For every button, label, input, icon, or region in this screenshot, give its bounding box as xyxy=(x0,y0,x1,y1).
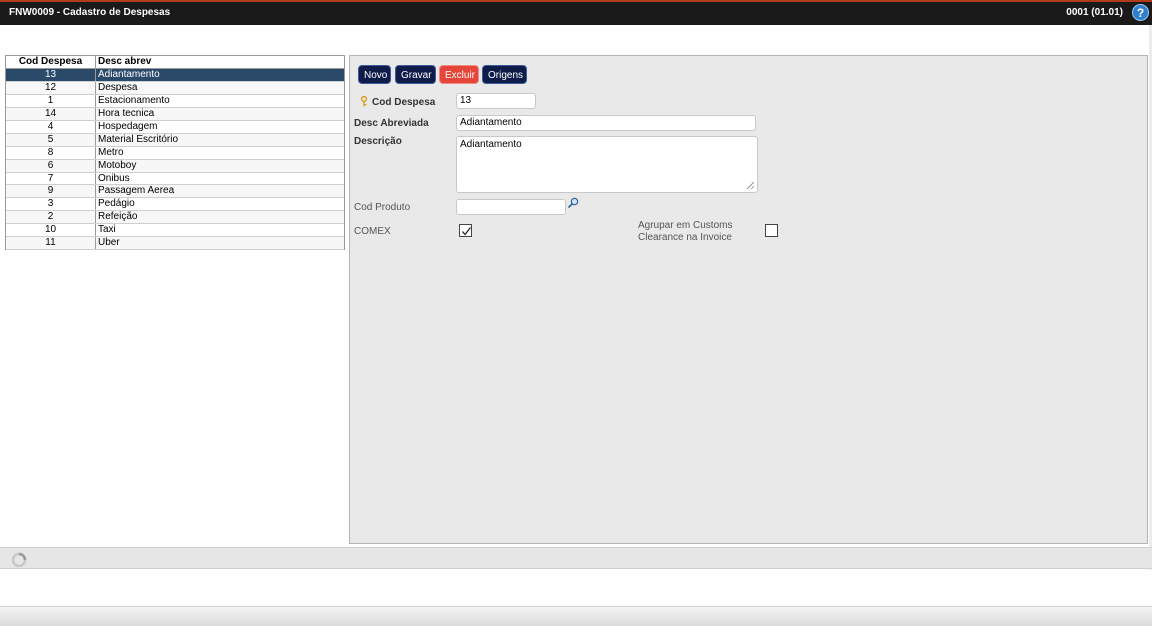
expense-grid: Cod Despesa Desc abrev 13 Adiantamento 12 D… xyxy=(5,55,345,251)
window-titlebar: FNW0009 - Cadastro de Despesas 0001 (01.… xyxy=(0,0,1152,25)
window-title: FNW0009 - Cadastro de Despesas xyxy=(9,7,171,18)
agrupar-label-line1: Agrupar em Customs xyxy=(638,220,733,231)
table-row[interactable]: 11 Uber xyxy=(6,237,344,251)
cell-cod-despesa: 2 xyxy=(6,211,96,224)
descricao-text: Adiantamento xyxy=(460,139,522,150)
table-row[interactable]: 12 Despesa xyxy=(6,81,344,95)
grid-body: 13 Adiantamento 12 Despesa 1 Estacionamento 14… xyxy=(6,69,344,251)
help-icon[interactable]: ? xyxy=(1132,4,1149,21)
cell-desc-abrev: Metro xyxy=(98,146,124,158)
cod-produto-input[interactable] xyxy=(456,199,566,215)
descricao-label: Descrição xyxy=(354,136,402,147)
header-cod-despesa[interactable]: Cod Despesa xyxy=(6,56,96,68)
cell-desc-abrev: Refeição xyxy=(98,211,138,223)
cell-desc-abrev: Passagem Aerea xyxy=(98,185,175,197)
key-icon xyxy=(360,96,368,107)
cell-desc-abrev: Estacionamento xyxy=(98,94,170,106)
table-row[interactable]: 7 Onibus xyxy=(6,172,344,186)
cell-desc-abrev: Pedágio xyxy=(98,198,135,210)
table-row[interactable]: 2 Refeição xyxy=(6,211,344,225)
cell-cod-despesa: 4 xyxy=(6,120,96,133)
desc-abreviada-label: Desc Abreviada xyxy=(354,118,429,129)
desc-abreviada-input[interactable]: Adiantamento xyxy=(456,115,756,131)
cell-cod-despesa: 8 xyxy=(6,146,96,159)
table-row[interactable]: 14 Hora tecnica xyxy=(6,107,344,121)
novo-button[interactable]: Novo xyxy=(358,65,391,84)
origens-button[interactable]: Origens xyxy=(482,65,527,84)
checkmark-icon xyxy=(462,227,472,236)
table-row[interactable]: 4 Hospedagem xyxy=(6,120,344,134)
cell-desc-abrev: Despesa xyxy=(98,81,138,93)
cod-despesa-input[interactable]: 13 xyxy=(456,93,536,109)
cell-cod-despesa: 7 xyxy=(6,172,96,185)
descricao-textarea[interactable]: Adiantamento xyxy=(456,136,758,193)
form-panel: Novo Gravar Excluir Origens Cod Despesa … xyxy=(349,55,1148,544)
resize-grip-icon[interactable] xyxy=(747,182,754,189)
table-row[interactable]: 10 Taxi xyxy=(6,224,344,238)
cell-cod-despesa: 9 xyxy=(6,185,96,198)
agrupar-checkbox[interactable] xyxy=(765,224,778,237)
cell-cod-despesa: 3 xyxy=(6,198,96,211)
cell-desc-abrev: Motoboy xyxy=(98,159,137,171)
status-bar xyxy=(0,547,1152,569)
cell-cod-despesa: 6 xyxy=(6,159,96,172)
cell-desc-abrev: Hora tecnica xyxy=(98,107,155,119)
table-row[interactable]: 5 Material Escritório xyxy=(6,133,344,147)
agrupar-label: Agrupar em Customs Clearance na Invoice xyxy=(638,220,732,244)
table-row[interactable]: 6 Motoboy xyxy=(6,159,344,173)
cell-desc-abrev: Adiantamento xyxy=(98,69,160,80)
cod-produto-label: Cod Produto xyxy=(354,202,411,213)
comex-checkbox[interactable] xyxy=(459,224,472,237)
table-row[interactable]: 3 Pedágio xyxy=(6,198,344,212)
gravar-button[interactable]: Gravar xyxy=(395,65,436,84)
grid-header: Cod Despesa Desc abrev xyxy=(6,56,344,69)
cell-desc-abrev: Onibus xyxy=(98,172,130,184)
search-icon[interactable] xyxy=(567,197,579,209)
cell-cod-despesa: 12 xyxy=(6,81,96,94)
table-row[interactable]: 1 Estacionamento xyxy=(6,94,344,108)
header-desc-abrev[interactable]: Desc abrev xyxy=(96,56,344,68)
cell-cod-despesa: 5 xyxy=(6,133,96,146)
cell-desc-abrev: Material Escritório xyxy=(98,133,179,145)
cod-despesa-label-wrap: Cod Despesa xyxy=(360,96,435,108)
company-indicator: 0001 (01.01) xyxy=(1066,7,1123,18)
cell-cod-despesa: 1 xyxy=(6,94,96,107)
excluir-button[interactable]: Excluir xyxy=(439,65,479,84)
loader-icon xyxy=(11,552,27,568)
agrupar-label-line2: Clearance na Invoice xyxy=(638,232,732,243)
table-row[interactable]: 9 Passagem Aerea xyxy=(6,185,344,199)
cell-desc-abrev: Uber xyxy=(98,237,120,249)
cell-cod-despesa: 11 xyxy=(6,237,96,250)
cod-despesa-label: Cod Despesa xyxy=(372,97,436,108)
table-row[interactable]: 8 Metro xyxy=(6,146,344,160)
comex-label: COMEX xyxy=(354,226,391,237)
table-row[interactable]: 13 Adiantamento xyxy=(6,69,344,82)
cell-cod-despesa: 10 xyxy=(6,224,96,237)
cell-cod-despesa: 14 xyxy=(6,107,96,120)
cell-desc-abrev: Taxi xyxy=(98,224,116,236)
cell-desc-abrev: Hospedagem xyxy=(98,120,158,132)
cell-cod-despesa: 13 xyxy=(6,69,96,81)
bottom-strip xyxy=(0,606,1152,626)
